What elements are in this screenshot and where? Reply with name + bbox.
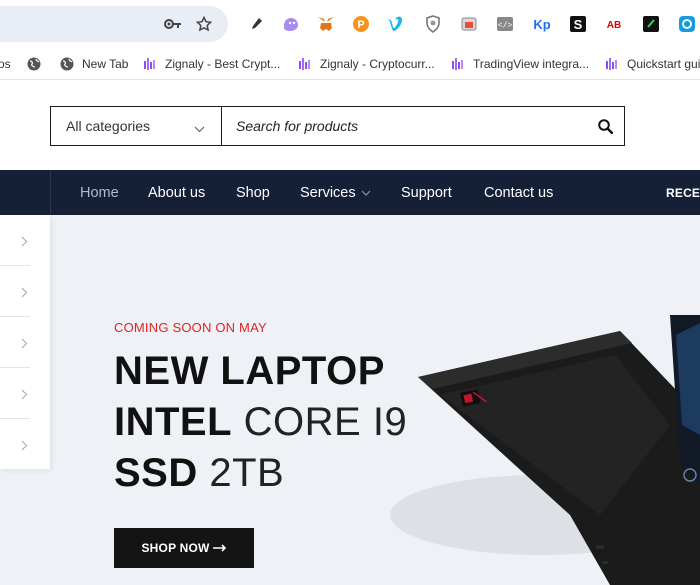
bookmark-item[interactable]: Quickstart gui	[604, 48, 700, 80]
hero-heading-line-2: INTEL CORE I9	[114, 398, 407, 446]
arrow-right-icon	[212, 544, 227, 552]
nav-item-contact-us[interactable]: Contact us	[484, 170, 553, 215]
zignaly-icon	[297, 56, 313, 72]
chevron-right-icon	[21, 285, 28, 303]
bookmark-label: Quickstart gui	[627, 57, 700, 71]
main-navigation: Home About us Shop Services Support Cont…	[0, 170, 700, 215]
bookmark-label: TradingView integra...	[473, 57, 590, 71]
eyedropper-icon[interactable]	[245, 13, 267, 35]
chevron-down-icon	[194, 120, 205, 136]
laptop-product-image	[390, 315, 700, 585]
shop-now-label: SHOP NOW	[141, 541, 210, 555]
hero-heading-bold: NEW LAPTOP	[114, 349, 385, 393]
svg-text:S: S	[574, 17, 583, 32]
svg-text:</>: </>	[498, 22, 513, 31]
bookmark-item[interactable]: Zignaly - Cryptocurr...	[297, 48, 435, 80]
s-extension-icon[interactable]: S	[567, 13, 589, 35]
hero-tagline: COMING SOON ON MAY	[114, 320, 267, 335]
bookmark-label: os	[0, 57, 11, 71]
hero-heading-line-1: NEW LAPTOP	[114, 347, 385, 395]
shop-now-button[interactable]: SHOP NOW	[114, 528, 254, 568]
category-select[interactable]: All categories	[51, 107, 222, 145]
terminal-extension-icon[interactable]	[640, 13, 662, 35]
nav-item-home[interactable]: Home	[80, 170, 119, 215]
bookmark-item[interactable]: New Tab	[59, 48, 128, 80]
nav-item-about-us[interactable]: About us	[148, 170, 205, 215]
hero-heading-line-3: SSD 2TB	[114, 449, 284, 497]
bookmark-label: Zignaly - Cryptocurr...	[320, 57, 435, 71]
svg-text:Kp: Kp	[533, 17, 550, 32]
bookmark-label: Zignaly - Best Crypt...	[165, 57, 281, 71]
kp-extension-icon[interactable]: Kp	[531, 13, 553, 35]
chevron-right-icon	[21, 438, 28, 456]
svg-text:AB: AB	[607, 20, 621, 31]
shield-extension-icon[interactable]	[422, 13, 444, 35]
product-search-form: All categories	[50, 106, 625, 146]
bookmark-item[interactable]: TradingView integra...	[450, 48, 589, 80]
svg-text:P: P	[357, 19, 364, 31]
zignaly-icon	[450, 56, 466, 72]
category-row[interactable]	[0, 266, 30, 317]
bookmark-item[interactable]: os	[0, 48, 11, 80]
search-input[interactable]	[223, 107, 573, 145]
ab-extension-icon[interactable]: AB	[603, 13, 625, 35]
nav-divider	[50, 170, 51, 215]
nav-recent-link[interactable]: RECEN	[666, 170, 700, 215]
site-header: All categories	[0, 81, 700, 170]
nav-item-services-label: Services	[300, 184, 356, 201]
chevron-right-icon	[21, 387, 28, 405]
category-row[interactable]	[0, 215, 30, 266]
nav-item-services[interactable]: Services	[300, 170, 371, 215]
key-icon[interactable]	[162, 13, 184, 35]
category-row[interactable]	[0, 368, 30, 419]
bookmark-item[interactable]: Zignaly - Best Crypt...	[142, 48, 280, 80]
ghost-extension-icon[interactable]	[280, 13, 302, 35]
bookmark-label: New Tab	[82, 57, 129, 71]
chevron-right-icon	[21, 336, 28, 354]
chevron-down-icon	[361, 190, 371, 196]
zignaly-icon	[142, 56, 158, 72]
category-row[interactable]	[0, 317, 30, 368]
code-extension-icon[interactable]: </>	[494, 13, 516, 35]
screenshot-extension-icon[interactable]	[458, 13, 480, 35]
globe-icon	[59, 56, 75, 72]
chevron-right-icon	[21, 234, 28, 252]
category-row[interactable]	[0, 419, 30, 470]
bookmark-star-icon[interactable]	[193, 13, 215, 35]
bookmarks-bar: os New Tab Zignaly - Best Crypt... Zigna…	[0, 48, 700, 80]
category-select-value: All categories	[66, 118, 151, 134]
nav-item-support[interactable]: Support	[401, 170, 452, 215]
search-icon[interactable]	[596, 117, 614, 135]
vimeo-icon[interactable]	[385, 13, 407, 35]
category-sidebar	[0, 215, 50, 469]
hero-banner: COMING SOON ON MAY NEW LAPTOP INTEL CORE…	[0, 215, 700, 585]
bookmark-item[interactable]	[26, 48, 49, 80]
zignaly-icon	[604, 56, 620, 72]
hero-heading-bold: INTEL	[114, 400, 233, 444]
nav-item-shop[interactable]: Shop	[236, 170, 270, 215]
browser-toolbar: P </> Kp S AB	[0, 0, 700, 48]
metamask-icon[interactable]	[315, 13, 337, 35]
bitcoin-extension-icon[interactable]: P	[350, 13, 372, 35]
hero-heading-bold: SSD	[114, 451, 198, 495]
refresh-extension-icon[interactable]	[676, 13, 698, 35]
hero-heading-light: 2TB	[209, 451, 285, 495]
globe-icon	[26, 56, 42, 72]
